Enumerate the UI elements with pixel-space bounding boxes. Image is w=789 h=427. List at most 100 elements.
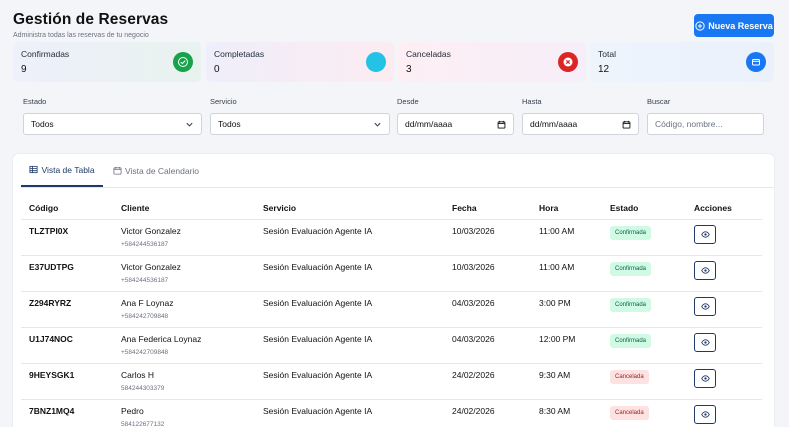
- filter-from: Desde dd/mm/aaaa: [397, 97, 514, 135]
- service-cell: Sesión Evaluación Agente IA: [255, 399, 444, 427]
- time-cell: 11:00 AM: [531, 255, 602, 292]
- service-cell: Sesión Evaluación Agente IA: [255, 219, 444, 256]
- stat-card-completed: Completadas 0: [206, 42, 394, 82]
- reservations-panel: Vista de Tabla Vista de Calendario Códig…: [13, 154, 774, 427]
- filter-label: Hasta: [522, 97, 542, 106]
- stat-value: 0: [214, 64, 220, 75]
- x-circle-icon: [558, 52, 578, 72]
- column-header: Cliente: [113, 198, 255, 220]
- filter-label: Desde: [397, 97, 419, 106]
- view-reservation-button[interactable]: [694, 224, 716, 244]
- dot-circle-icon: [366, 52, 386, 72]
- reservations-table: Código Cliente Servicio Fecha Hora Estado Acci…: [21, 198, 762, 427]
- client-phone: 584244303379: [121, 384, 165, 392]
- status-cell: Cancelada: [602, 363, 686, 400]
- time-cell: 11:00 AM: [531, 219, 602, 256]
- time-cell: 3:00 PM: [531, 291, 602, 328]
- new-reservation-button[interactable]: Nueva Reserva: [694, 14, 774, 37]
- status-cell: Confirmada: [602, 219, 686, 256]
- date-cell: 04/03/2026: [444, 291, 531, 328]
- status-cell: Confirmada: [602, 327, 686, 364]
- status-badge: Confirmada: [610, 297, 652, 312]
- filter-to: Hasta dd/mm/aaaa: [522, 97, 639, 135]
- to-date-value: dd/mm/aaaa: [530, 119, 578, 129]
- status-cell: Cancelada: [602, 399, 686, 427]
- search-input[interactable]: Código, nombre...: [647, 113, 764, 135]
- reservation-code: Z294RYRZ: [21, 291, 113, 328]
- date-cell: 24/02/2026: [444, 363, 531, 400]
- eye-icon: [700, 410, 710, 418]
- client-cell: Victor Gonzalez +584244536187: [113, 219, 255, 256]
- stat-value: 9: [21, 64, 27, 75]
- eye-icon: [700, 302, 710, 310]
- client-phone: +584244536187: [121, 276, 169, 284]
- table-header-row: Código Cliente Servicio Fecha Hora Estado Acci…: [21, 198, 762, 220]
- status-badge: Cancelada: [610, 369, 649, 384]
- status-badge: Cancelada: [610, 405, 649, 420]
- tab-calendar-view[interactable]: Vista de Calendario: [113, 154, 199, 187]
- calendar-icon: [113, 166, 122, 175]
- filter-label: Servicio: [210, 97, 237, 106]
- from-date-input[interactable]: dd/mm/aaaa: [397, 113, 514, 135]
- client-name: Victor Gonzalez: [121, 261, 181, 272]
- stat-label: Confirmadas: [21, 49, 70, 59]
- client-cell: Ana F Loynaz +584242709848: [113, 291, 255, 328]
- filters-bar: Estado Todos Servicio Todos Desde dd/mm/…: [23, 97, 764, 137]
- filter-label: Buscar: [647, 97, 671, 106]
- reservation-code: 7BNZ1MQ4: [21, 399, 113, 427]
- status-select-value: Todos: [31, 119, 54, 129]
- page-subtitle: Administra todas las reservas de tu nego…: [13, 32, 149, 39]
- to-date-input[interactable]: dd/mm/aaaa: [522, 113, 639, 135]
- stat-card-confirmed: Confirmadas 9: [13, 42, 201, 82]
- status-badge: Confirmada: [610, 333, 652, 348]
- status-cell: Confirmada: [602, 255, 686, 292]
- eye-icon: [700, 230, 710, 238]
- actions-cell: [686, 291, 762, 328]
- service-cell: Sesión Evaluación Agente IA: [255, 327, 444, 364]
- client-cell: Pedro 584122677132: [113, 399, 255, 427]
- view-tabs: Vista de Tabla Vista de Calendario: [21, 154, 774, 188]
- view-reservation-button[interactable]: [694, 368, 716, 388]
- view-reservation-button[interactable]: [694, 404, 716, 424]
- actions-cell: [686, 255, 762, 292]
- reservation-code: TLZTPI0X: [21, 219, 113, 256]
- tab-calendar-label: Vista de Calendario: [125, 165, 200, 176]
- filter-search: Buscar Código, nombre...: [647, 97, 764, 135]
- table-row: E37UDTPG Victor Gonzalez +584244536187 Sesi…: [21, 255, 762, 292]
- client-phone: 584122677132: [121, 420, 165, 427]
- calendar-icon[interactable]: [497, 120, 506, 129]
- client-name: Ana F Loynaz: [121, 297, 174, 308]
- reservation-code: E37UDTPG: [21, 255, 113, 292]
- client-cell: Carlos H 584244303379: [113, 363, 255, 400]
- actions-cell: [686, 327, 762, 364]
- view-reservation-button[interactable]: [694, 332, 716, 352]
- table-row: Z294RYRZ Ana F Loynaz +584242709848 Sesión …: [21, 291, 762, 328]
- tab-table-label: Vista de Tabla: [41, 164, 95, 175]
- calendar-icon[interactable]: [622, 120, 631, 129]
- table-row: 7BNZ1MQ4 Pedro 584122677132 Sesión Evaluaci…: [21, 399, 762, 427]
- client-cell: Ana Federica Loynaz +584242709848: [113, 327, 255, 364]
- view-reservation-button[interactable]: [694, 296, 716, 316]
- time-cell: 8:30 AM: [531, 399, 602, 427]
- actions-cell: [686, 399, 762, 427]
- date-cell: 04/03/2026: [444, 327, 531, 364]
- chevron-down-icon: [186, 122, 193, 127]
- table-row: 9HEYSGK1 Carlos H 584244303379 Sesión Evalu…: [21, 363, 762, 400]
- view-reservation-button[interactable]: [694, 260, 716, 280]
- client-name: Carlos H: [121, 369, 155, 380]
- filter-service: Servicio Todos: [210, 97, 390, 135]
- table-icon: [29, 165, 38, 174]
- time-cell: 9:30 AM: [531, 363, 602, 400]
- filter-status: Estado Todos: [23, 97, 202, 135]
- tab-table-view[interactable]: Vista de Tabla: [21, 154, 103, 187]
- service-select[interactable]: Todos: [210, 113, 390, 135]
- reservation-code: 9HEYSGK1: [21, 363, 113, 400]
- status-select[interactable]: Todos: [23, 113, 202, 135]
- wallet-icon: [746, 52, 766, 72]
- service-select-value: Todos: [218, 119, 241, 129]
- page-header: Gestión de Reservas Administra todas las…: [13, 11, 168, 39]
- plus-circle-icon: [695, 20, 705, 31]
- status-badge: Confirmada: [610, 261, 652, 276]
- service-cell: Sesión Evaluación Agente IA: [255, 363, 444, 400]
- stat-card-total: Total 12: [590, 42, 774, 82]
